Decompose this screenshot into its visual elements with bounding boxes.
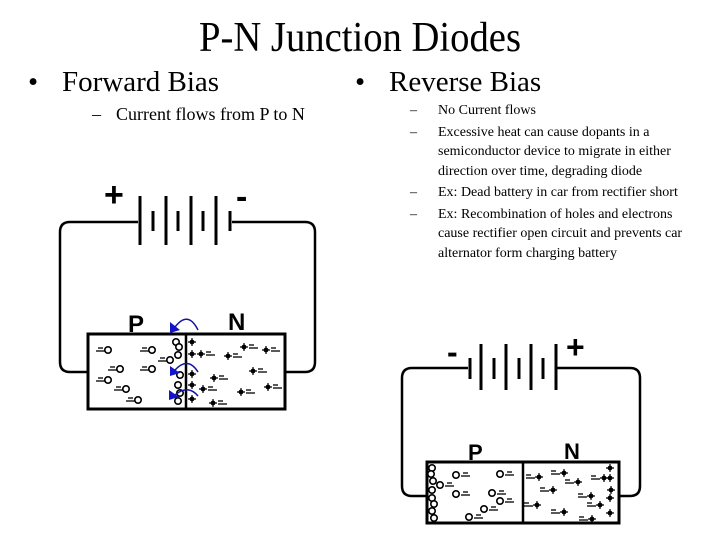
arrow-icon — [174, 318, 199, 331]
minus-sign: - — [447, 334, 458, 370]
hole-icon — [464, 512, 473, 521]
p-region-label: P — [468, 440, 483, 465]
hole-icon — [148, 364, 157, 373]
battery-icon — [468, 344, 558, 390]
hole-icon — [175, 342, 184, 351]
hole-icon — [451, 470, 460, 479]
reverse-bias-circuit: - + P N — [400, 329, 642, 525]
hole-icon — [166, 355, 175, 364]
plus-sign: + — [566, 329, 585, 365]
hole-icon — [174, 350, 183, 359]
hole-icon — [148, 345, 157, 354]
n-region-label: N — [228, 309, 245, 336]
forward-bias-diagram: + - P N - + P N — [58, 176, 642, 525]
hole-icon — [495, 496, 504, 505]
forward-circuit: + - P N — [58, 176, 317, 411]
p-region-label: P — [128, 311, 144, 338]
hole-icon — [116, 364, 125, 373]
hole-icon — [429, 499, 438, 508]
hole-icon — [427, 485, 436, 494]
n-region-label: N — [564, 439, 580, 464]
plus-sign: + — [104, 176, 124, 214]
hole-icon — [426, 469, 435, 478]
minus-sign: - — [236, 178, 247, 216]
hole-icon — [174, 396, 183, 405]
hole-icon — [122, 384, 131, 393]
hole-icon — [428, 476, 437, 485]
hole-icon — [104, 345, 113, 354]
hole-icon — [427, 506, 436, 515]
battery-icon — [138, 196, 232, 245]
hole-icon — [451, 489, 460, 498]
hole-icon — [479, 504, 488, 513]
hole-icon — [134, 395, 143, 404]
hole-icon — [104, 375, 113, 384]
hole-icon — [495, 469, 504, 478]
hole-icon — [435, 480, 444, 489]
hole-icon — [174, 380, 183, 389]
hole-icon — [429, 513, 438, 522]
hole-icon — [487, 488, 496, 497]
